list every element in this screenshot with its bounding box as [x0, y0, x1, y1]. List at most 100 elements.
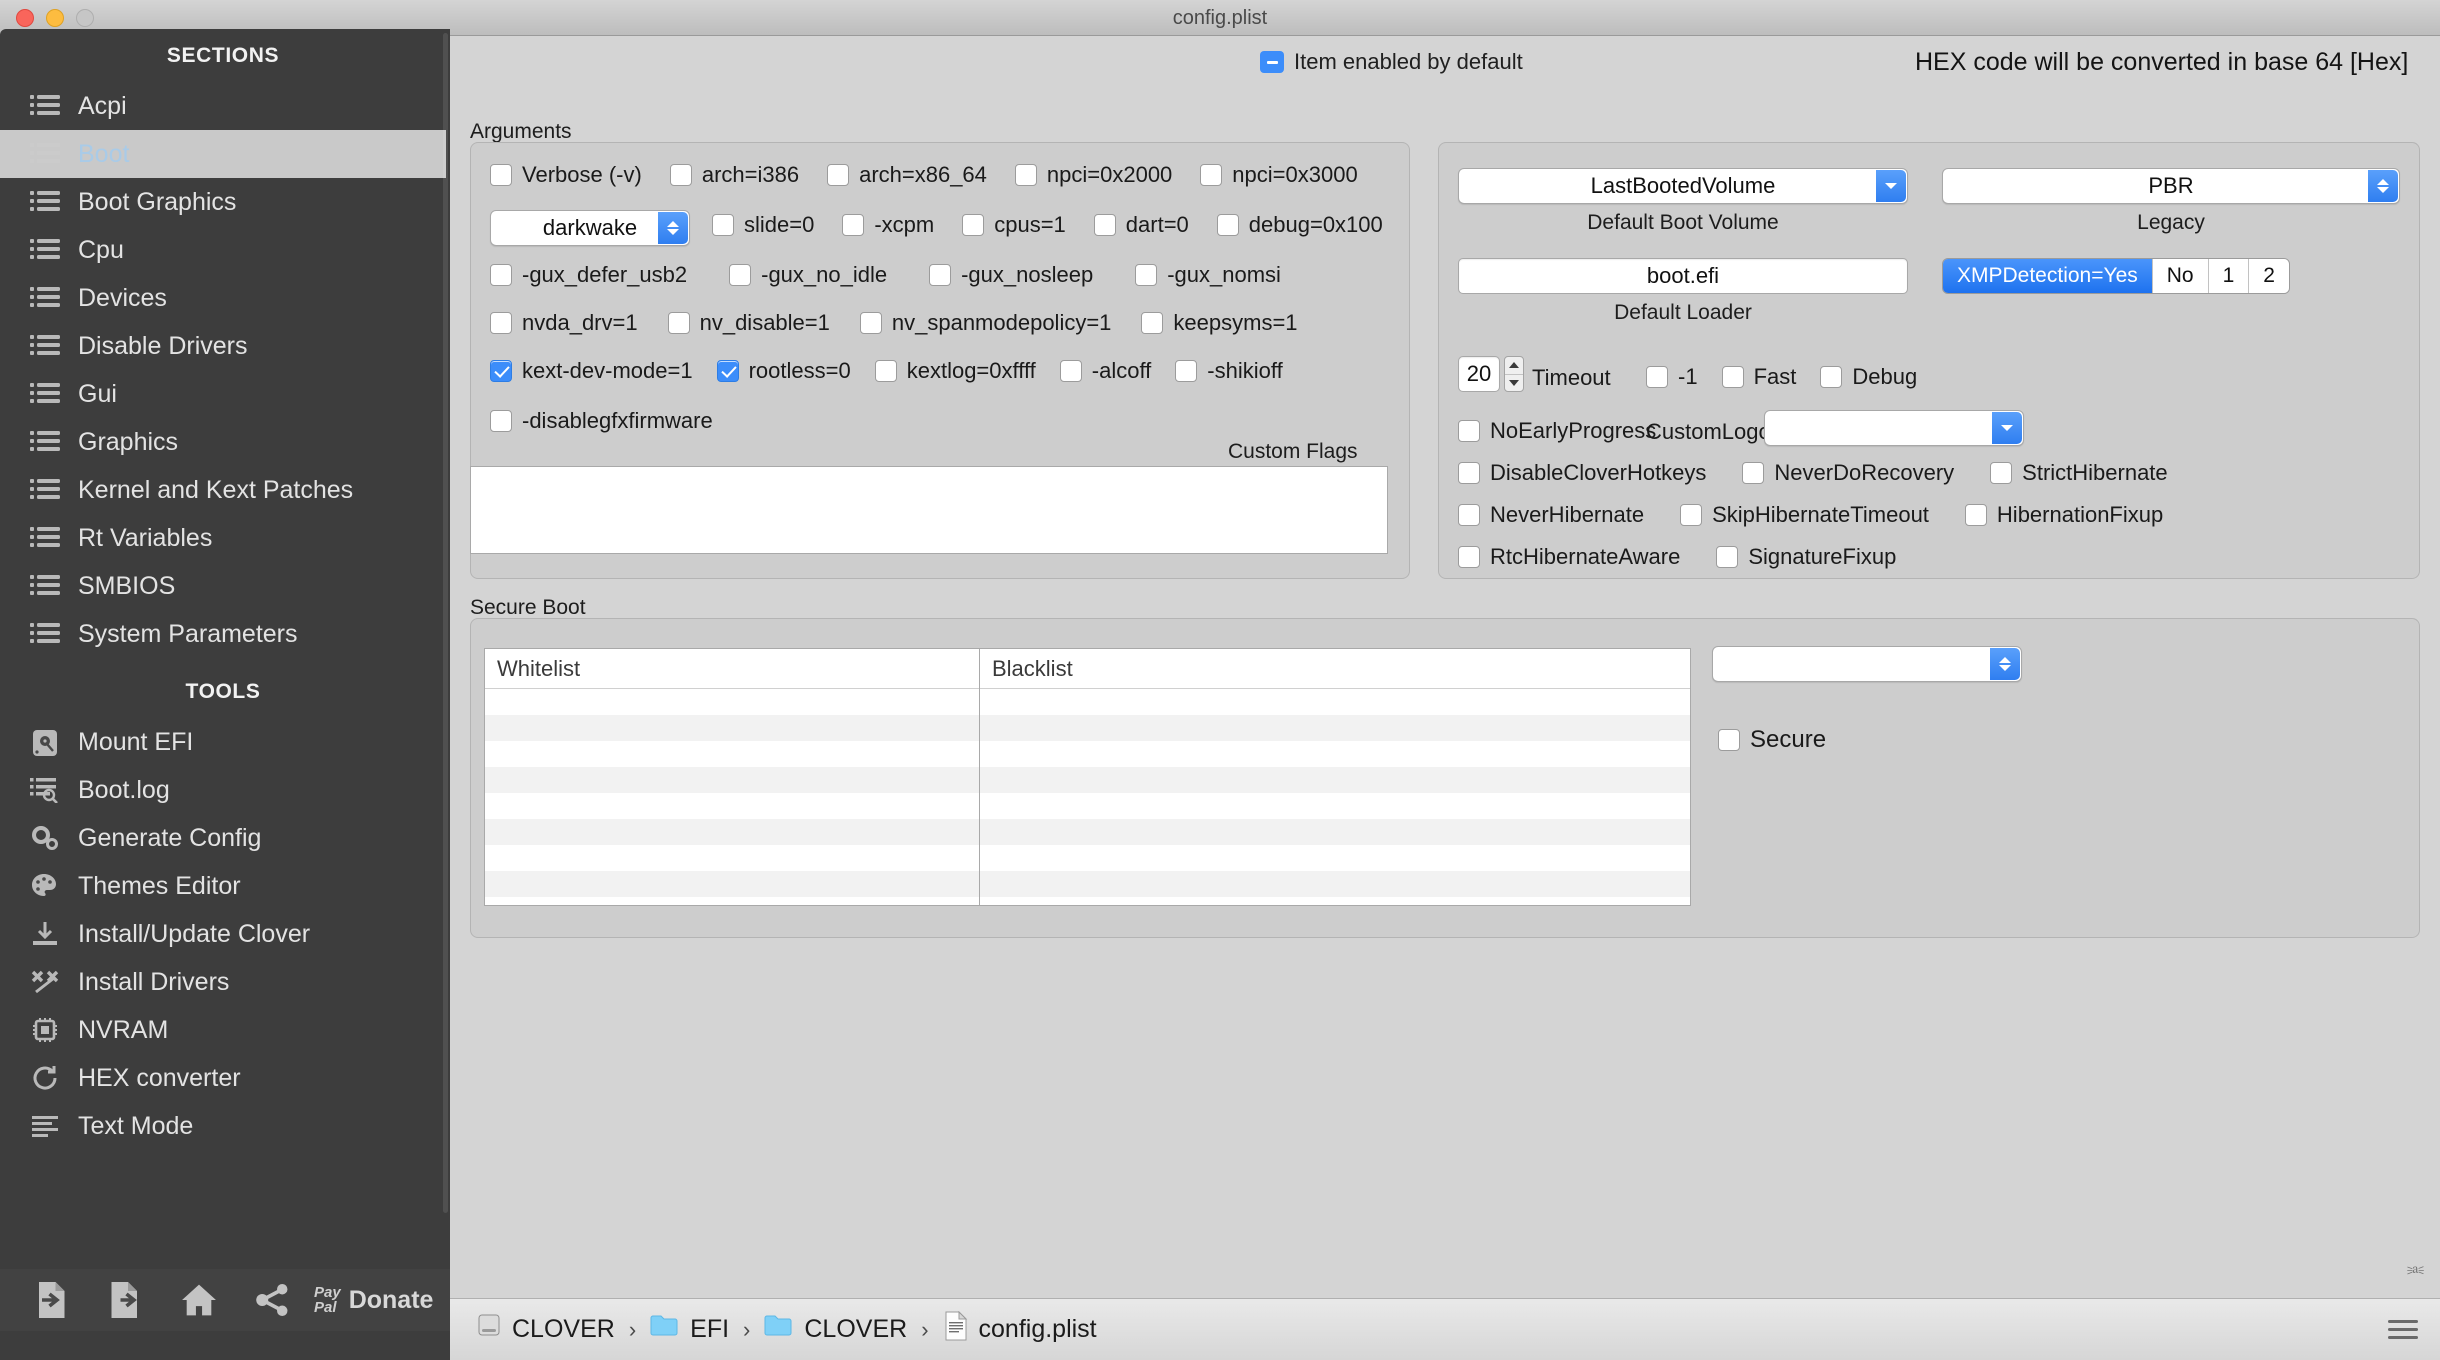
breadcrumb-item-clover[interactable]: CLOVER	[476, 1312, 615, 1347]
xmp-segment-0[interactable]: XMPDetection=Yes	[1943, 259, 2152, 293]
checkbox-skiphibernatetimeout[interactable]: SkipHibernateTimeout	[1680, 502, 1929, 528]
table-row[interactable]	[980, 715, 1690, 741]
checkbox--gux-nosleep[interactable]: -gux_nosleep	[929, 262, 1093, 288]
checkbox-debug[interactable]: Debug	[1820, 364, 1917, 390]
checkbox-box[interactable]	[1680, 504, 1702, 526]
default-loader-field[interactable]: boot.efi	[1458, 258, 1908, 294]
sidebar-item-gui[interactable]: Gui	[0, 370, 446, 418]
checkbox-box[interactable]	[729, 264, 751, 286]
darkwake-stepper-arrows[interactable]	[658, 212, 688, 244]
checkbox-arch-x86-64[interactable]: arch=x86_64	[827, 162, 987, 188]
checkbox-debug-0x100[interactable]: debug=0x100	[1217, 212, 1383, 238]
secure-boot-policy-popup[interactable]	[1712, 646, 2022, 682]
checkbox-kextlog-0xffff[interactable]: kextlog=0xffff	[875, 358, 1036, 384]
checkbox-disablecloverhotkeys[interactable]: DisableCloverHotkeys	[1458, 460, 1706, 486]
sidebar-tool-hex-converter[interactable]: HEX converter	[0, 1054, 446, 1102]
checkbox--gux-defer-usb2[interactable]: -gux_defer_usb2	[490, 262, 687, 288]
secure-boot-policy-stepper-arrows[interactable]	[1990, 648, 2020, 680]
checkbox-box[interactable]	[1217, 214, 1239, 236]
checkbox-npci-0x2000[interactable]: npci=0x2000	[1015, 162, 1172, 188]
checkbox--gux-nomsi[interactable]: -gux_nomsi	[1135, 262, 1281, 288]
hamburger-icon[interactable]	[2388, 1320, 2418, 1339]
checkbox-rootless-0[interactable]: rootless=0	[717, 358, 851, 384]
checkbox-box[interactable]	[490, 410, 512, 432]
checkbox-box[interactable]	[1015, 164, 1037, 186]
table-row[interactable]	[980, 819, 1690, 845]
checkbox-box[interactable]	[490, 264, 512, 286]
checkbox-box[interactable]	[490, 360, 512, 382]
secure-checkbox[interactable]: Secure	[1718, 726, 1826, 754]
no-early-progress-box[interactable]	[1458, 420, 1480, 442]
checkbox-box[interactable]	[1200, 164, 1222, 186]
checkbox-npci-0x3000[interactable]: npci=0x3000	[1200, 162, 1357, 188]
checkbox-box[interactable]	[1965, 504, 1987, 526]
custom-logo-popup[interactable]	[1764, 410, 2024, 446]
blacklist-table[interactable]: Blacklist	[979, 648, 1691, 906]
sidebar-item-devices[interactable]: Devices	[0, 274, 446, 322]
sidebar-tool-install-update-clover[interactable]: Install/Update Clover	[0, 910, 446, 958]
checkbox-nv-disable-1[interactable]: nv_disable=1	[668, 310, 830, 336]
checkbox--disablegfxfirmware[interactable]: -disablegfxfirmware	[490, 408, 713, 434]
sidebar-tool-nvram[interactable]: NVRAM	[0, 1006, 446, 1054]
sidebar-tool-generate-config[interactable]: Generate Config	[0, 814, 446, 862]
checkbox-cpus-1[interactable]: cpus=1	[962, 212, 1066, 238]
checkbox-box[interactable]	[1722, 366, 1744, 388]
checkbox-stricthibernate[interactable]: StrictHibernate	[1990, 460, 2168, 486]
checkbox-signaturefixup[interactable]: SignatureFixup	[1716, 544, 1896, 570]
sidebar-tool-mount-efi[interactable]: Mount EFI	[0, 718, 446, 766]
checkbox-nvda-drv-1[interactable]: nvda_drv=1	[490, 310, 638, 336]
checkbox--alcoff[interactable]: -alcoff	[1060, 358, 1152, 384]
checkbox-box[interactable]	[670, 164, 692, 186]
no-early-progress-checkbox[interactable]: NoEarlyProgress	[1458, 418, 1656, 444]
checkbox--xcpm[interactable]: -xcpm	[842, 212, 934, 238]
checkbox--shikioff[interactable]: -shikioff	[1175, 358, 1282, 384]
sidebar-scrollbar[interactable]	[443, 33, 448, 1213]
sidebar-item-smbios[interactable]: SMBIOS	[0, 562, 446, 610]
checkbox-nv-spanmodepolicy-1[interactable]: nv_spanmodepolicy=1	[860, 310, 1112, 336]
checkbox-box[interactable]	[1990, 462, 2012, 484]
darkwake-popup[interactable]: darkwake	[490, 210, 690, 246]
table-row[interactable]	[980, 793, 1690, 819]
checkbox-slide-0[interactable]: slide=0	[712, 212, 814, 238]
table-row[interactable]	[980, 689, 1690, 715]
breadcrumb-item-efi[interactable]: EFI	[650, 1313, 729, 1346]
import-icon[interactable]	[14, 1274, 88, 1326]
checkbox-fast[interactable]: Fast	[1722, 364, 1797, 390]
checkbox-box[interactable]	[1458, 504, 1480, 526]
checkbox-keepsyms-1[interactable]: keepsyms=1	[1141, 310, 1297, 336]
sidebar-tool-install-drivers[interactable]: Install Drivers	[0, 958, 446, 1006]
sidebar-item-boot[interactable]: Boot	[0, 130, 446, 178]
table-row[interactable]	[980, 871, 1690, 897]
checkbox-box[interactable]	[668, 312, 690, 334]
checkbox-box[interactable]	[712, 214, 734, 236]
checkbox-box[interactable]	[1646, 366, 1668, 388]
xmp-detection-segmented-control[interactable]: XMPDetection=YesNo12	[1942, 258, 2290, 294]
timeout-field[interactable]: 20	[1458, 356, 1500, 392]
donate-button[interactable]: Pay Pal Donate	[314, 1285, 433, 1315]
checkbox-box[interactable]	[1742, 462, 1764, 484]
checkbox-box[interactable]	[1458, 546, 1480, 568]
legacy-popup[interactable]: PBR	[1942, 168, 2400, 204]
table-row[interactable]	[980, 897, 1690, 906]
checkbox-arch-i386[interactable]: arch=i386	[670, 162, 799, 188]
sidebar-item-acpi[interactable]: Acpi	[0, 82, 446, 130]
checkbox-hibernationfixup[interactable]: HibernationFixup	[1965, 502, 2163, 528]
checkbox-box[interactable]	[490, 312, 512, 334]
sidebar-tool-boot-log[interactable]: Boot.log	[0, 766, 446, 814]
checkbox-box[interactable]	[1094, 214, 1116, 236]
table-row[interactable]	[980, 767, 1690, 793]
checkbox--1[interactable]: -1	[1646, 364, 1698, 390]
sidebar-item-cpu[interactable]: Cpu	[0, 226, 446, 274]
checkbox-neverdorecovery[interactable]: NeverDoRecovery	[1742, 460, 1954, 486]
xmp-segment-3[interactable]: 2	[2248, 259, 2289, 293]
sidebar-item-boot-graphics[interactable]: Boot Graphics	[0, 178, 446, 226]
checkbox-verbose-v-[interactable]: Verbose (-v)	[490, 162, 642, 188]
sidebar-tool-themes-editor[interactable]: Themes Editor	[0, 862, 446, 910]
checkbox-box[interactable]	[1135, 264, 1157, 286]
resize-grabber-icon[interactable]: ⎃	[2407, 1263, 2424, 1286]
checkbox-dart-0[interactable]: dart=0	[1094, 212, 1189, 238]
xmp-segment-2[interactable]: 1	[2208, 259, 2249, 293]
custom-flags-input[interactable]	[470, 466, 1388, 554]
checkbox-neverhibernate[interactable]: NeverHibernate	[1458, 502, 1644, 528]
checkbox-rtchibernateaware[interactable]: RtcHibernateAware	[1458, 544, 1680, 570]
